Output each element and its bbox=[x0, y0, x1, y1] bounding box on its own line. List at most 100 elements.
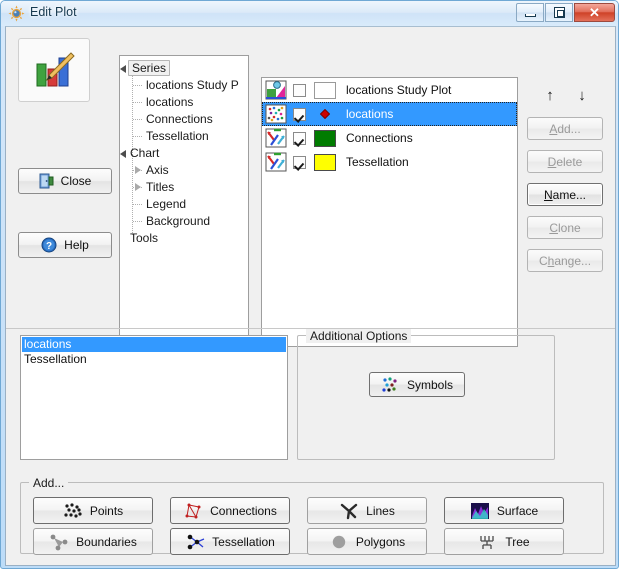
tree-item-label: Background bbox=[146, 214, 211, 228]
add-tree-button[interactable]: Tree bbox=[444, 528, 564, 555]
dialog-client-area: Close ? Help Series locations Study P loca… bbox=[5, 26, 616, 566]
add-tessellation-button[interactable]: Tessellation bbox=[170, 528, 290, 555]
add-boundaries-button[interactable]: Boundaries bbox=[33, 528, 153, 555]
tree-item-label: Axis bbox=[146, 163, 169, 177]
tree-expander-closed-icon[interactable] bbox=[135, 166, 141, 174]
series-visible-checkbox[interactable] bbox=[293, 107, 306, 121]
additional-options-title: Additional Options bbox=[306, 329, 412, 343]
scatter-dots-icon bbox=[265, 104, 287, 124]
clone-series-button[interactable]: Clone bbox=[527, 216, 603, 239]
tree-item-series[interactable]: Series bbox=[128, 60, 171, 76]
bar-chart-pencil-icon bbox=[32, 50, 76, 90]
series-marker-swatch[interactable] bbox=[314, 109, 336, 119]
clone-series-label: Clone bbox=[549, 220, 581, 235]
series-color-swatch[interactable] bbox=[314, 81, 336, 99]
series-row-label: Connections bbox=[346, 131, 413, 145]
help-label: Help bbox=[64, 238, 89, 252]
series-color-swatch[interactable] bbox=[314, 129, 336, 147]
tree-item-locations-study-p[interactable]: locations Study P bbox=[144, 77, 241, 93]
move-up-arrow-icon[interactable]: ↑ bbox=[540, 85, 560, 105]
add-button-label: Boundaries bbox=[76, 534, 137, 549]
series-row[interactable]: Connections bbox=[262, 126, 517, 150]
add-series-label: Add... bbox=[549, 121, 581, 136]
tree-item-label: locations bbox=[146, 95, 194, 109]
window-title: Edit Plot bbox=[30, 5, 77, 19]
selected-series-list[interactable]: locations Tessellation bbox=[20, 335, 288, 460]
add-lines-button[interactable]: Lines bbox=[307, 497, 427, 524]
tree-item-tools[interactable]: Tools bbox=[128, 230, 160, 246]
add-button-label: Tessellation bbox=[212, 534, 275, 549]
tree-expander-open-icon[interactable] bbox=[120, 65, 126, 73]
tree-expander-open-icon[interactable] bbox=[120, 150, 126, 158]
tree-item-chart[interactable]: Chart bbox=[128, 145, 161, 161]
change-series-button[interactable]: Change... bbox=[527, 249, 603, 272]
add-button-label: Tree bbox=[505, 534, 530, 549]
tree-expander-closed-icon[interactable] bbox=[135, 183, 141, 191]
close-dialog-label: Close bbox=[60, 174, 92, 188]
series-color-swatch[interactable] bbox=[314, 153, 336, 171]
change-series-label: Change... bbox=[538, 253, 592, 268]
question-mark-icon: ? bbox=[41, 237, 57, 253]
tree-item-axis[interactable]: Axis bbox=[144, 162, 171, 178]
tessellation-icon bbox=[185, 533, 205, 551]
add-series-button[interactable]: Add... bbox=[527, 117, 603, 140]
door-exit-icon bbox=[39, 173, 54, 189]
add-group-title: Add... bbox=[29, 476, 69, 490]
tree-item-connections[interactable]: Connections bbox=[144, 111, 215, 127]
add-button-label: Polygons bbox=[355, 534, 406, 549]
connections-icon bbox=[183, 502, 203, 520]
tree-item-label: Chart bbox=[130, 146, 160, 160]
tree-item-label: Tessellation bbox=[146, 129, 209, 143]
list-item-label: Tessellation bbox=[24, 352, 87, 366]
add-points-button[interactable]: Points bbox=[33, 497, 153, 524]
series-visible-checkbox[interactable] bbox=[293, 155, 306, 169]
maximize-button[interactable] bbox=[545, 3, 573, 22]
tree-item-label: Titles bbox=[146, 180, 175, 194]
list-item[interactable]: locations bbox=[22, 337, 286, 352]
series-visible-checkbox[interactable] bbox=[293, 83, 306, 97]
symbols-label: Symbols bbox=[406, 377, 453, 392]
lines-icon bbox=[339, 502, 359, 520]
close-dialog-button[interactable]: Close bbox=[18, 168, 112, 194]
delete-series-button[interactable]: Delete bbox=[527, 150, 603, 173]
close-button[interactable]: ✕ bbox=[574, 3, 615, 22]
minimize-icon bbox=[517, 4, 543, 21]
tree-item-tessellation[interactable]: Tessellation bbox=[144, 128, 211, 144]
tree-item-locations[interactable]: locations bbox=[144, 94, 195, 110]
series-row-label: locations Study Plot bbox=[346, 83, 452, 97]
sun-gear-icon bbox=[8, 5, 25, 22]
svg-text:?: ? bbox=[46, 241, 52, 252]
symbols-button[interactable]: Symbols bbox=[369, 372, 465, 397]
line-chart-icon bbox=[265, 128, 287, 148]
tree-item-background[interactable]: Background bbox=[144, 213, 212, 229]
edit-plot-window: Edit Plot ✕ Close ? Help Series location… bbox=[0, 0, 619, 569]
polygons-icon bbox=[329, 533, 349, 551]
name-series-button[interactable]: Name... bbox=[527, 183, 603, 206]
add-surface-button[interactable]: Surface bbox=[444, 497, 564, 524]
add-polygons-button[interactable]: Polygons bbox=[307, 528, 427, 555]
tree-item-titles[interactable]: Titles bbox=[144, 179, 176, 195]
minimize-button[interactable] bbox=[516, 3, 544, 22]
add-connections-button[interactable]: Connections bbox=[170, 497, 290, 524]
series-list[interactable]: locations Study Plot locations Connections… bbox=[261, 77, 518, 347]
series-visible-checkbox[interactable] bbox=[293, 131, 306, 145]
name-series-label: Name... bbox=[543, 187, 587, 202]
move-down-arrow-icon[interactable]: ↓ bbox=[572, 85, 592, 105]
tree-item-legend[interactable]: Legend bbox=[144, 196, 188, 212]
symbols-dots-icon bbox=[381, 376, 401, 394]
series-row[interactable]: Tessellation bbox=[262, 150, 517, 174]
add-button-label: Connections bbox=[210, 503, 277, 518]
list-item[interactable]: Tessellation bbox=[22, 352, 286, 367]
boundaries-icon bbox=[49, 533, 69, 551]
tree-item-label: Series bbox=[128, 60, 171, 76]
tree-item-label: Tools bbox=[130, 231, 159, 245]
series-row[interactable]: locations bbox=[262, 102, 517, 126]
close-icon: ✕ bbox=[589, 4, 600, 20]
add-series-group: Add... Points Connections Lines Surface Boun… bbox=[20, 476, 604, 555]
navigation-tree[interactable]: Series locations Study P locations Connecti… bbox=[119, 55, 249, 352]
list-item-label: locations bbox=[24, 337, 72, 351]
series-row[interactable]: locations Study Plot bbox=[262, 78, 517, 102]
tree-item-label: locations Study P bbox=[146, 78, 239, 92]
help-button[interactable]: ? Help bbox=[18, 232, 112, 258]
surface-icon bbox=[470, 502, 490, 520]
